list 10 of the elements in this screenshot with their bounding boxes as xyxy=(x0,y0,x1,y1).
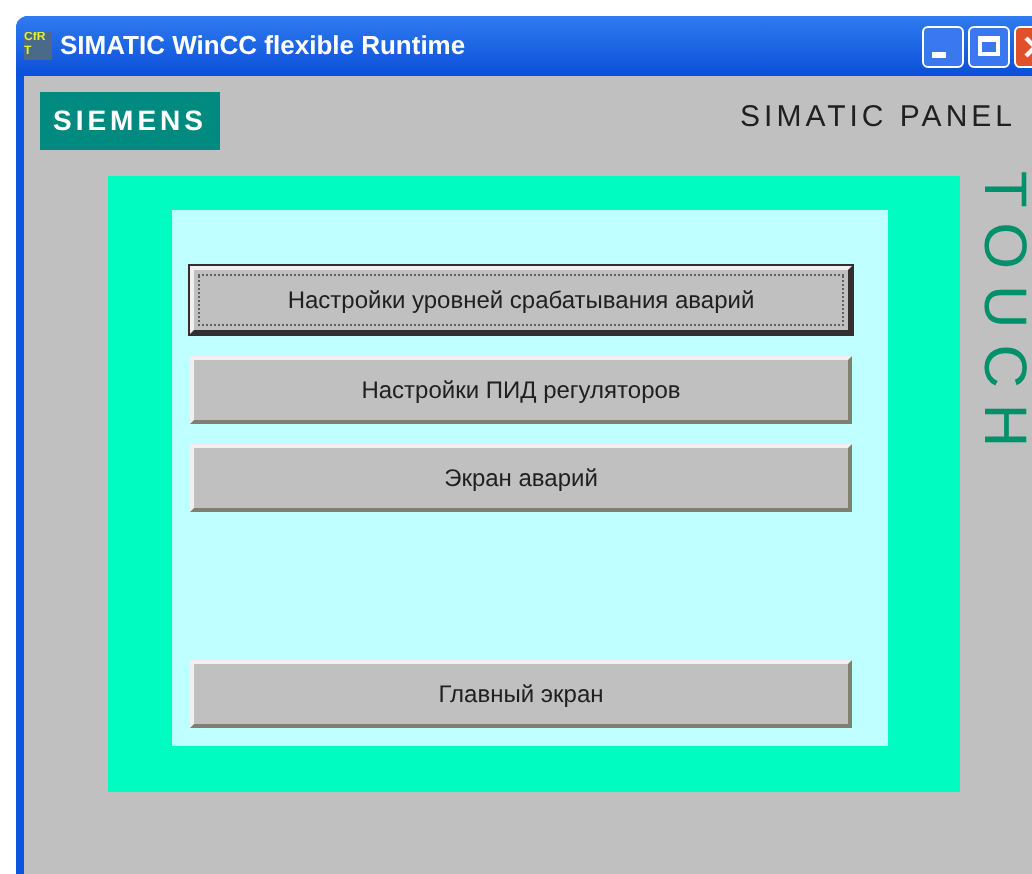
panel-label: SIMATIC PANEL xyxy=(740,97,1016,138)
menu-button[interactable]: Главный экран xyxy=(190,660,852,728)
minimize-button[interactable] xyxy=(922,25,964,67)
menu-button[interactable]: Настройки ПИД регуляторов xyxy=(190,356,852,424)
maximize-button[interactable] xyxy=(968,25,1010,67)
window-title: SIMATIC WinCC flexible Runtime xyxy=(60,28,466,65)
menu-button[interactable]: Экран аварий xyxy=(190,444,852,512)
menu-button[interactable]: Настройки уровней срабатывания аварий xyxy=(190,266,852,334)
siemens-logo: SIEMENS xyxy=(40,91,220,149)
touch-label: TOUCH xyxy=(969,169,1032,463)
